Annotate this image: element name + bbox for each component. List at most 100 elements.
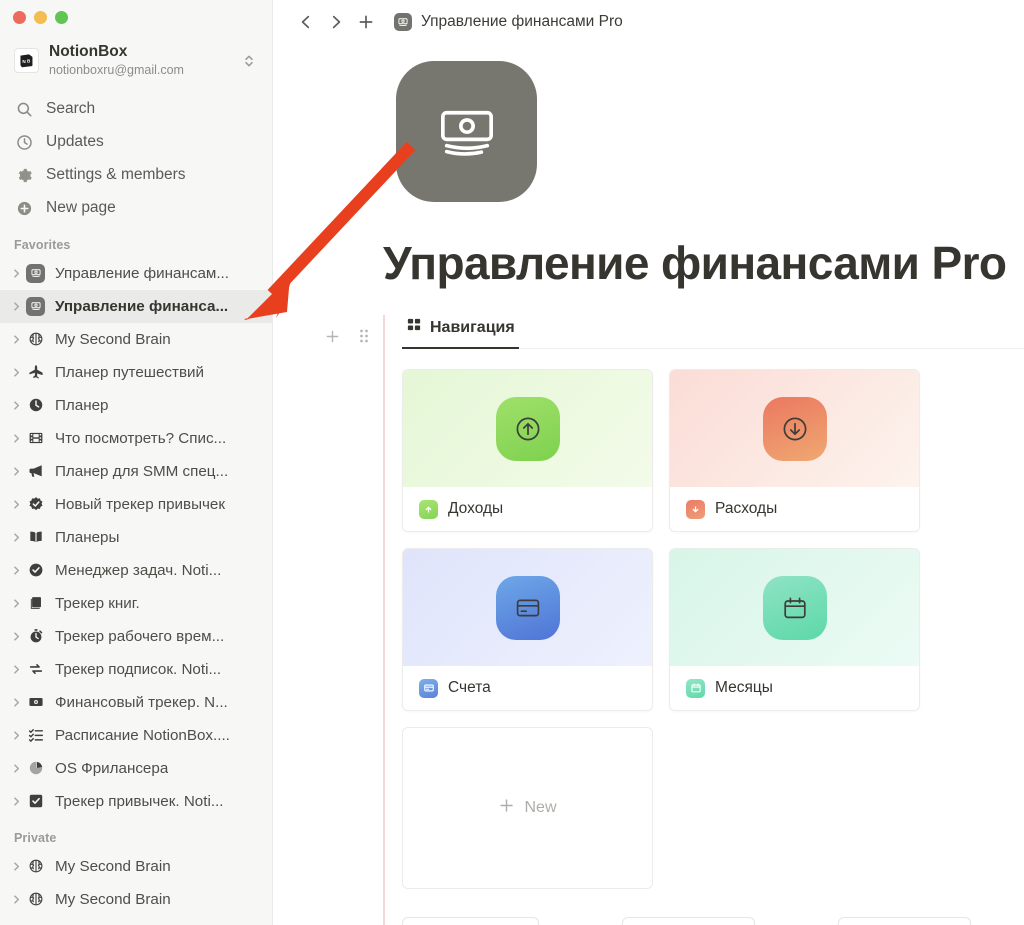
sidebar-favorite-label: Новый трекер привычек	[55, 495, 226, 513]
chevron-right-icon[interactable]	[8, 367, 24, 378]
sidebar-nav: Search Updates Settings & members New pa…	[0, 93, 272, 225]
zoom-window-button[interactable]	[55, 11, 68, 24]
close-window-button[interactable]	[13, 11, 26, 24]
search-icon	[14, 101, 34, 118]
chevron-right-icon[interactable]	[8, 631, 24, 642]
card-footer: Доходы	[403, 487, 652, 531]
chevron-right-icon[interactable]	[8, 763, 24, 774]
sidebar-favorite-item[interactable]: Новый трекер привычек	[0, 488, 272, 521]
action-button[interactable]: На Главн...	[402, 917, 540, 925]
private-section-header: Private	[14, 830, 57, 845]
sidebar-favorite-item[interactable]: My Second Brain	[0, 323, 272, 356]
sidebar-item-label: Search	[46, 100, 96, 118]
database-view-tabs: Навигация	[402, 315, 1024, 349]
sidebar-item-label: New page	[46, 199, 116, 217]
action-button[interactable]: Новый д...	[622, 917, 756, 925]
chevron-right-icon[interactable]	[8, 532, 24, 543]
sidebar-favorite-item[interactable]: Планер для SMM спец...	[0, 455, 272, 488]
sidebar-item-settings[interactable]: Settings & members	[0, 159, 272, 192]
sidebar-favorite-item[interactable]: Планер	[0, 389, 272, 422]
chevron-right-icon[interactable]	[8, 268, 24, 279]
page-body: Управление финансами Pro Навигация Доход…	[273, 61, 1024, 925]
workspace-switcher[interactable]: N B NotionBox notionboxru@gmail.com	[8, 38, 264, 84]
chevron-right-icon[interactable]	[8, 400, 24, 411]
brain-icon	[25, 856, 46, 877]
forward-button[interactable]	[321, 7, 351, 37]
back-button[interactable]	[291, 7, 321, 37]
chevron-right-icon[interactable]	[8, 499, 24, 510]
arrow-up-circle-icon	[495, 396, 560, 461]
sidebar-favorite-item[interactable]: Управление финансам...	[0, 257, 272, 290]
open-book-icon	[25, 527, 46, 548]
gallery-card[interactable]: Счета	[402, 548, 653, 711]
new-card-button[interactable]: New	[402, 727, 653, 889]
badge-check-icon	[25, 494, 46, 515]
database-block: Навигация Доходы Расходы Счета Месяцы New На…	[383, 315, 1024, 925]
chevron-right-icon[interactable]	[8, 565, 24, 576]
sidebar-favorite-item[interactable]: Что посмотреть? Спис...	[0, 422, 272, 455]
sidebar-favorite-item[interactable]: Трекер подписок. Noti...	[0, 653, 272, 686]
breadcrumb[interactable]: Управление финансами Pro	[388, 10, 629, 34]
sidebar-favorite-item[interactable]: Расписание NotionBox....	[0, 719, 272, 752]
private-list: My Second Brain My Second Brain	[0, 850, 272, 916]
minimize-window-button[interactable]	[34, 11, 47, 24]
app-window: N B NotionBox notionboxru@gmail.com Sear…	[0, 0, 1024, 925]
chevron-right-icon[interactable]	[8, 796, 24, 807]
chevron-right-icon[interactable]	[8, 861, 24, 872]
action-button[interactable]: Новый р...	[838, 917, 971, 925]
chevron-right-icon[interactable]	[8, 598, 24, 609]
chevron-right-icon[interactable]	[8, 697, 24, 708]
sidebar-favorite-label: OS Фрилансера	[55, 759, 169, 777]
gear-icon	[14, 167, 34, 184]
chevron-right-icon[interactable]	[8, 730, 24, 741]
page-icon[interactable]	[396, 61, 537, 202]
gallery-card[interactable]: Расходы	[669, 369, 920, 532]
sidebar-favorite-label: Финансовый трекер. N...	[55, 693, 228, 711]
page-title: Управление финансами Pro	[383, 237, 1007, 289]
window-traffic-lights	[0, 0, 272, 24]
film-icon	[25, 428, 46, 449]
sidebar-favorite-item[interactable]: OS Фрилансера	[0, 752, 272, 785]
chevron-right-icon[interactable]	[8, 466, 24, 477]
new-tab-button[interactable]	[351, 7, 381, 37]
sidebar-favorite-item[interactable]: Трекер книг.	[0, 587, 272, 620]
gallery-card[interactable]: Доходы	[402, 369, 653, 532]
workspace-text: NotionBox notionboxru@gmail.com	[49, 43, 240, 79]
chevron-right-icon[interactable]	[8, 433, 24, 444]
drag-handle-icon[interactable]	[353, 325, 375, 347]
sidebar-favorite-item[interactable]: Планер путешествий	[0, 356, 272, 389]
sidebar-favorite-item[interactable]: Трекер привычек. Noti...	[0, 785, 272, 818]
sidebar-favorite-label: Планер для SMM спец...	[55, 462, 229, 480]
sidebar-favorite-item[interactable]: Трекер рабочего врем...	[0, 620, 272, 653]
add-block-icon[interactable]	[321, 325, 343, 347]
sidebar-favorite-item[interactable]: Менеджер задач. Noti...	[0, 554, 272, 587]
check-circle-icon	[25, 560, 46, 581]
arrow-down-circle-icon	[762, 396, 827, 461]
tab-navigation[interactable]: Навигация	[402, 315, 519, 349]
sidebar-private-item[interactable]: My Second Brain	[0, 883, 272, 916]
chevron-right-icon[interactable]	[8, 301, 24, 312]
card-badge-icon	[686, 499, 705, 519]
chevron-right-icon[interactable]	[8, 334, 24, 345]
sidebar-favorite-item[interactable]: Планеры	[0, 521, 272, 554]
favorites-list: Управление финансам... Управление финанса…	[0, 257, 272, 818]
gallery-card[interactable]: Месяцы	[669, 548, 920, 711]
workspace-logo: N B	[14, 48, 39, 74]
plus-circle-icon	[14, 200, 34, 217]
sidebar-item-new-page[interactable]: New page	[0, 192, 272, 225]
sidebar-private-item[interactable]: My Second Brain	[0, 850, 272, 883]
checklist-icon	[25, 725, 46, 746]
chevron-right-icon[interactable]	[8, 894, 24, 905]
sidebar-item-label: Updates	[46, 133, 104, 151]
checkbox-icon	[25, 791, 46, 812]
chevron-updown-icon	[240, 53, 258, 69]
chevron-right-icon[interactable]	[8, 664, 24, 675]
sidebar-favorite-item[interactable]: Управление финанса...	[0, 289, 272, 323]
sidebar-item-updates[interactable]: Updates	[0, 126, 272, 159]
sidebar-favorite-label: Трекер привычек. Noti...	[55, 792, 224, 810]
card-cover	[403, 549, 652, 666]
sidebar-favorite-label: Расписание NotionBox....	[55, 726, 230, 744]
sidebar-item-search[interactable]: Search	[0, 93, 272, 126]
sidebar-favorite-item[interactable]: Финансовый трекер. N...	[0, 686, 272, 719]
tabs-divider	[518, 348, 1024, 349]
